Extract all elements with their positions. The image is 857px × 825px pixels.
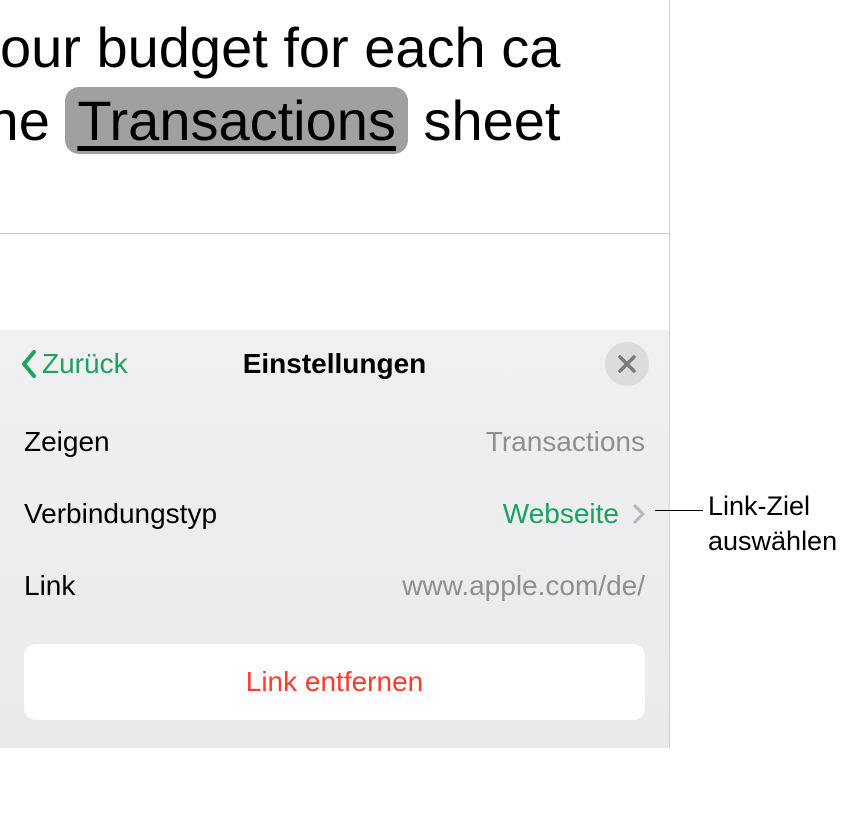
display-label: Zeigen (24, 426, 110, 458)
chevron-left-icon (20, 350, 38, 378)
text-line-2-after: sheet (408, 89, 561, 152)
callout-line-1: Link-Ziel (708, 491, 810, 521)
callout-text: Link-Ziel auswählen (708, 489, 837, 559)
link-settings-panel: Zurück Einstellungen Zeigen Transactions… (0, 330, 670, 748)
close-icon (617, 354, 637, 374)
selected-link-word[interactable]: Transactions (65, 87, 408, 154)
display-row[interactable]: Zeigen Transactions (0, 406, 669, 478)
back-button[interactable]: Zurück (20, 348, 128, 380)
back-label: Zurück (42, 348, 128, 380)
link-type-row[interactable]: Verbindungstyp Webseite (0, 478, 669, 550)
callout-line (655, 510, 703, 511)
panel-title: Einstellungen (243, 348, 427, 380)
text-line-1: your budget for each ca (0, 16, 560, 79)
link-value: www.apple.com/de/ (402, 570, 645, 602)
document-content: your budget for each ca the Transactions… (0, 0, 670, 234)
display-value: Transactions (486, 426, 645, 458)
link-type-label: Verbindungstyp (24, 498, 217, 530)
text-line-2-before: the (0, 89, 65, 152)
link-type-value: Webseite (503, 498, 619, 530)
spacer (0, 234, 670, 330)
close-button[interactable] (605, 342, 649, 386)
callout-line-2: auswählen (708, 526, 837, 556)
remove-wrapper: Link entfernen (0, 622, 669, 748)
remove-link-button[interactable]: Link entfernen (24, 644, 645, 720)
panel-header: Zurück Einstellungen (0, 330, 669, 406)
content-text: your budget for each ca the Transactions… (0, 12, 560, 158)
link-row[interactable]: Link www.apple.com/de/ (0, 550, 669, 622)
chevron-right-icon (633, 504, 645, 524)
link-label: Link (24, 570, 75, 602)
link-type-right: Webseite (503, 498, 645, 530)
